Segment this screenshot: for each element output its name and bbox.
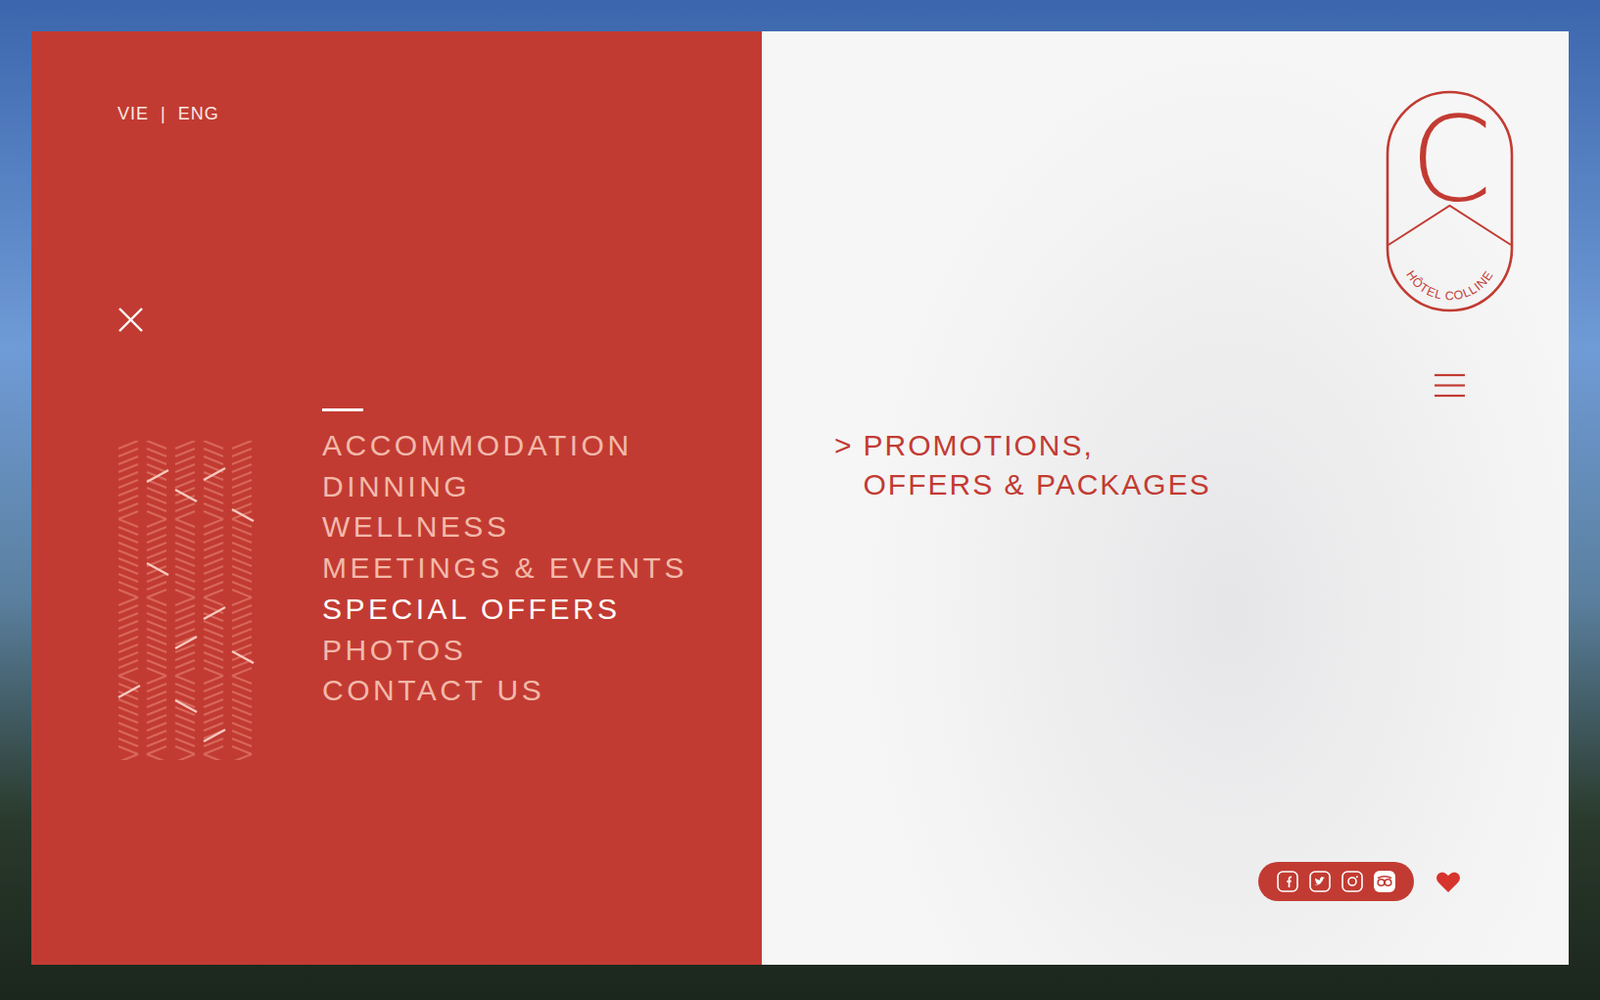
header: CHÔTEL COLLINE [1385,90,1514,398]
main-menu: ACCOMMODATIONDINNINGWELLNESSMEETINGS & E… [322,408,688,711]
menu-item[interactable]: ACCOMMODATION [322,424,688,467]
menu-item[interactable]: DINNING [322,466,688,508]
promo-title: PROMOTIONS,OFFERS & PACKAGES [863,425,1212,505]
promo-title-line: PROMOTIONS, [863,425,1212,466]
menu-dash [322,408,364,412]
logo-name: HÔTEL COLLINE [1403,268,1497,303]
promo-heading[interactable]: > PROMOTIONS,OFFERS & PACKAGES [834,425,1514,505]
svg-text:HÔTEL COLLINE: HÔTEL COLLINE [1403,268,1497,303]
menu-area: ACCOMMODATIONDINNINGWELLNESSMEETINGS & E… [114,408,762,760]
language-switch: VIE | ENG [117,101,762,126]
chevron-arrow: > [834,425,852,466]
footer [834,861,1514,901]
menu-item[interactable]: WELLNESS [322,506,688,548]
menu-panel: VIE | ENG ACCOMMODATIONDINNINGWELLNESSMEETI… [31,31,762,965]
heart-icon[interactable] [1435,870,1461,894]
language-option[interactable]: ENG [178,103,220,125]
facebook-icon[interactable] [1275,869,1300,894]
content-panel: CHÔTEL COLLINE > PROMOTIONS,OFFERS & PACKA… [761,31,1569,965]
close-icon[interactable] [117,306,144,333]
menu-item[interactable]: SPECIAL OFFERS [322,588,688,630]
twitter-icon[interactable] [1308,869,1332,894]
instagram-icon[interactable] [1340,869,1365,894]
spacer [834,504,1514,862]
hamburger-icon[interactable] [1434,373,1465,398]
hotel-logo[interactable]: CHÔTEL COLLINE [1385,90,1514,313]
promo-title-line: OFFERS & PACKAGES [863,465,1212,505]
menu-item[interactable]: CONTACT US [322,669,688,711]
language-option[interactable]: VIE [117,103,149,125]
decorative-pattern [114,440,255,760]
menu-item[interactable]: PHOTOS [322,629,688,671]
menu-item[interactable]: MEETINGS & EVENTS [322,547,688,589]
social-bar [1258,861,1414,901]
tripadvisor-icon[interactable] [1372,869,1397,894]
page-frame: VIE | ENG ACCOMMODATIONDINNINGWELLNESSMEETI… [31,31,1569,965]
language-separator: | [160,103,167,125]
